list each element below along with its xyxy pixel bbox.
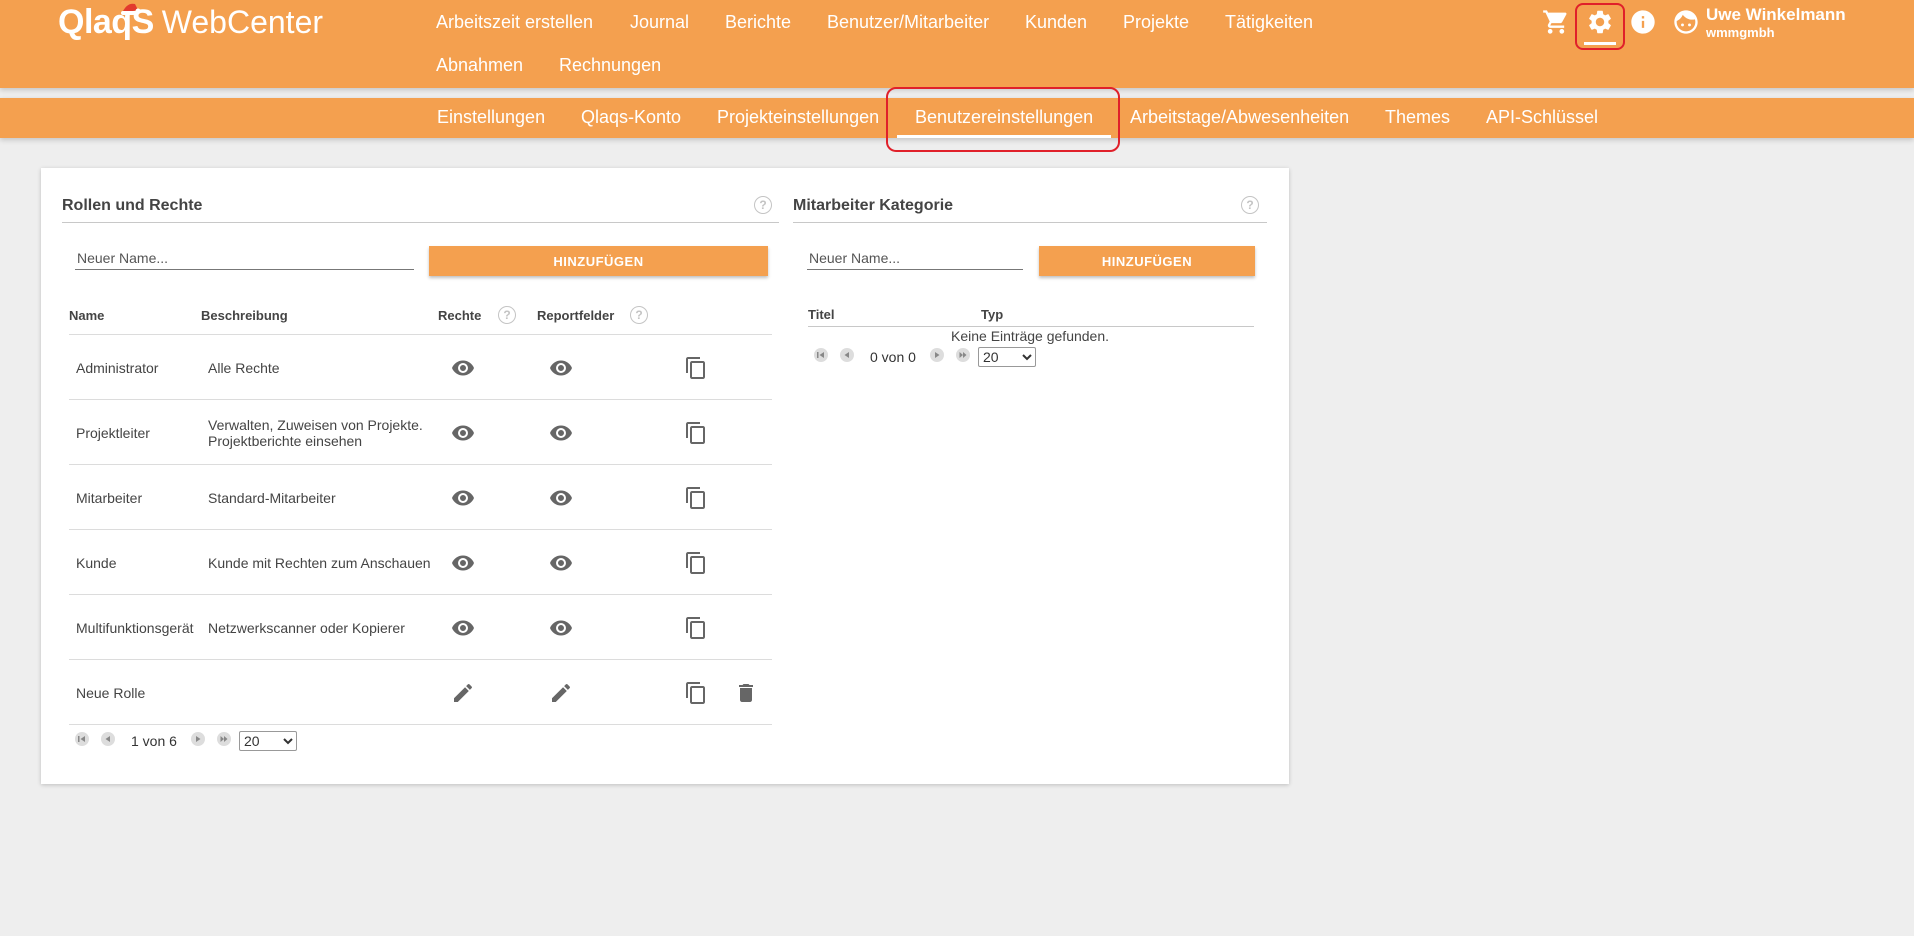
category-section-divider [793, 222, 1267, 223]
column-header-title[interactable]: Titel [808, 307, 835, 322]
edit-report-fields-icon[interactable] [549, 681, 573, 705]
role-name: Mitarbeiter [76, 489, 143, 506]
column-header-rights: Rechte [438, 308, 482, 323]
first-page-icon[interactable] [75, 732, 89, 746]
nav-item-kunden[interactable]: Kunden [1025, 12, 1087, 33]
row-divider [69, 399, 772, 400]
rights-help-icon[interactable]: ? [498, 306, 516, 324]
add-category-button[interactable]: HINZUFÜGEN [1039, 246, 1255, 276]
roles-help-icon[interactable]: ? [754, 196, 772, 214]
column-header-name[interactable]: Name [69, 308, 104, 323]
subnav-item-arbeitstage-abwesenheiten[interactable]: Arbeitstage/Abwesenheiten [1130, 107, 1349, 128]
view-report-fields-icon[interactable] [549, 486, 573, 510]
subnav-item-einstellungen[interactable]: Einstellungen [437, 107, 545, 128]
nav-item-taetigkeiten[interactable]: Tätigkeiten [1225, 12, 1313, 33]
subnav-item-projekteinstellungen[interactable]: Projekteinstellungen [717, 107, 879, 128]
nav-item-abnahmen[interactable]: Abnahmen [436, 55, 523, 76]
roles-section-title: Rollen und Rechte [62, 197, 203, 214]
top-header: QlaqS WebCenter Arbeitszeit erstellen Jo… [0, 0, 1914, 88]
category-section-title: Mitarbeiter Kategorie [793, 197, 954, 214]
category-pagination-text: 0 von 0 [870, 349, 916, 365]
next-page-icon[interactable] [191, 732, 205, 746]
role-name: Administrator [76, 359, 159, 376]
view-report-fields-icon[interactable] [549, 551, 573, 575]
settings-active-underline [1584, 42, 1616, 45]
user-name[interactable]: Uwe Winkelmann [1706, 5, 1846, 25]
role-name: Neue Rolle [76, 684, 146, 701]
prev-page-icon[interactable] [101, 732, 115, 746]
row-divider [69, 529, 772, 530]
main-nav: Arbeitszeit erstellen Journal Berichte B… [419, 0, 1319, 88]
view-report-fields-icon[interactable] [549, 356, 573, 380]
cart-icon[interactable] [1541, 7, 1571, 37]
view-report-fields-icon[interactable] [549, 616, 573, 640]
nav-item-journal[interactable]: Journal [630, 12, 689, 33]
gear-icon[interactable] [1585, 7, 1615, 37]
user-face-icon[interactable] [1671, 7, 1701, 37]
copy-icon[interactable] [684, 356, 708, 380]
last-page-icon[interactable] [217, 732, 231, 746]
role-name: Kunde [76, 554, 117, 571]
roles-section-divider [62, 222, 779, 223]
view-rights-icon[interactable] [451, 551, 475, 575]
roles-page-size-select[interactable]: 20 [239, 731, 297, 751]
nav-item-berichte[interactable]: Berichte [725, 12, 791, 33]
first-page-icon[interactable] [814, 348, 828, 362]
subnav-item-qlaqs-konto[interactable]: Qlaqs-Konto [581, 107, 681, 128]
row-divider [69, 724, 772, 725]
active-tab-underline [897, 135, 1111, 138]
copy-icon[interactable] [684, 551, 708, 575]
add-role-button[interactable]: HINZUFÜGEN [429, 246, 768, 276]
nav-item-benutzer-mitarbeiter[interactable]: Benutzer/Mitarbeiter [827, 12, 989, 33]
settings-card: Rollen und Rechte ? HINZUFÜGEN Name Besc… [41, 168, 1289, 784]
subnav-item-api-schluessel[interactable]: API-Schlüssel [1486, 107, 1598, 128]
role-description: Alle Rechte [208, 359, 280, 376]
copy-icon[interactable] [684, 681, 708, 705]
role-name: Multifunktionsgerät [76, 619, 194, 636]
column-header-type[interactable]: Typ [981, 307, 1003, 322]
row-divider [69, 464, 772, 465]
nav-item-arbeitszeit-erstellen[interactable]: Arbeitszeit erstellen [436, 12, 593, 33]
role-description: Netzwerkscanner oder Kopierer [208, 619, 405, 636]
row-divider [69, 659, 772, 660]
user-company: wmmgmbh [1706, 25, 1775, 40]
view-rights-icon[interactable] [451, 356, 475, 380]
empty-state-text: Keine Einträge gefunden. [951, 328, 1110, 344]
next-page-icon[interactable] [930, 348, 944, 362]
active-tab-highlight-frame [886, 87, 1120, 152]
logo-product: WebCenter [161, 3, 324, 40]
nav-item-projekte[interactable]: Projekte [1123, 12, 1189, 33]
copy-icon[interactable] [684, 486, 708, 510]
santa-hat-icon [121, 3, 141, 15]
roles-pagination-text: 1 von 6 [131, 733, 177, 749]
prev-page-icon[interactable] [840, 348, 854, 362]
row-divider [69, 594, 772, 595]
view-rights-icon[interactable] [451, 486, 475, 510]
app-logo[interactable]: QlaqS WebCenter [58, 2, 323, 42]
copy-icon[interactable] [684, 421, 708, 445]
role-name: Projektleiter [76, 424, 150, 441]
category-header-divider [808, 326, 1254, 327]
category-help-icon[interactable]: ? [1241, 196, 1259, 214]
role-name-input[interactable] [75, 246, 414, 270]
table-header-divider [69, 334, 772, 335]
last-page-icon[interactable] [956, 348, 970, 362]
role-description: Standard-Mitarbeiter [208, 489, 336, 506]
role-description: Verwalten, Zuweisen von Projekte. Projek… [208, 416, 423, 449]
category-name-input[interactable] [807, 246, 1023, 270]
view-rights-icon[interactable] [451, 616, 475, 640]
view-rights-icon[interactable] [451, 421, 475, 445]
category-page-size-select[interactable]: 20 [978, 347, 1036, 367]
edit-rights-icon[interactable] [451, 681, 475, 705]
nav-item-rechnungen[interactable]: Rechnungen [559, 55, 661, 76]
column-header-report-fields: Reportfelder [537, 308, 615, 323]
report-fields-help-icon[interactable]: ? [630, 306, 648, 324]
view-report-fields-icon[interactable] [549, 421, 573, 445]
delete-icon[interactable] [734, 681, 758, 705]
copy-icon[interactable] [684, 616, 708, 640]
role-description: Kunde mit Rechten zum Anschauen [208, 554, 431, 571]
info-icon[interactable] [1628, 7, 1658, 37]
subnav-item-themes[interactable]: Themes [1385, 107, 1450, 128]
column-header-description[interactable]: Beschreibung [201, 308, 288, 323]
